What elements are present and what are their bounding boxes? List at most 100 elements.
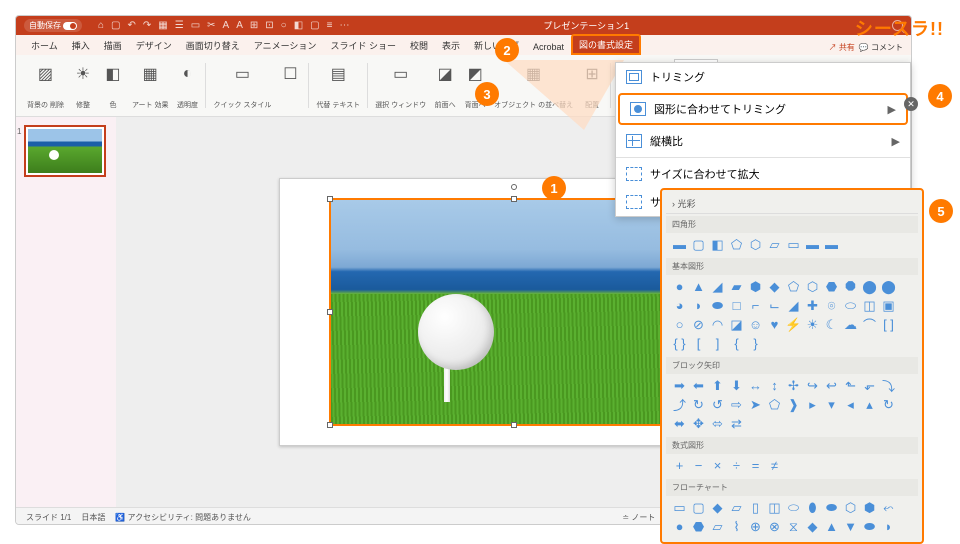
shape-card[interactable]: ▱: [710, 519, 725, 534]
shape-up-arrow[interactable]: ⬆: [710, 378, 725, 393]
color-button[interactable]: ◧色: [99, 59, 127, 112]
shape-curved-up-arrow[interactable]: ↻: [691, 397, 706, 412]
shape-octagon[interactable]: ⯃: [843, 279, 858, 294]
shape-not-equal[interactable]: ≠: [767, 458, 782, 473]
shape-cross[interactable]: ✚: [805, 298, 820, 313]
transparency-button[interactable]: ◐透明度: [173, 59, 201, 112]
shape-rounded-rect[interactable]: ▢: [691, 237, 706, 252]
shape-offpage[interactable]: ⬣: [691, 519, 706, 534]
shape-no-symbol[interactable]: ⊘: [691, 317, 706, 332]
shape-merge[interactable]: ▼: [843, 519, 858, 534]
qat-icon[interactable]: ⊞: [250, 20, 258, 31]
shape-rect[interactable]: ▬: [672, 237, 687, 252]
shape-plus[interactable]: +: [672, 458, 687, 473]
shape-folded-corner[interactable]: ◪: [729, 317, 744, 332]
qat-icon[interactable]: ☰: [175, 20, 184, 31]
shape-frame[interactable]: □: [729, 298, 744, 313]
shape-alt-process[interactable]: ▢: [691, 500, 706, 515]
menu-crop[interactable]: トリミング: [616, 63, 910, 91]
shape-data[interactable]: ▱: [729, 500, 744, 515]
shape-hexagon[interactable]: ⬡: [805, 279, 820, 294]
shape-trapezoid[interactable]: ⬢: [748, 279, 763, 294]
qat-icon[interactable]: ⋯: [339, 20, 349, 31]
shape-snip2-rect[interactable]: ⬠: [729, 237, 744, 252]
autosave-toggle[interactable]: 自動保存: [24, 19, 82, 32]
tab-acrobat[interactable]: Acrobat: [526, 39, 571, 55]
home-icon[interactable]: ⌂: [98, 20, 104, 31]
shape-oval[interactable]: ●: [672, 279, 687, 294]
share-button[interactable]: ↗ 共有: [829, 42, 855, 53]
shape-sort[interactable]: ◆: [805, 519, 820, 534]
shape-multi-doc[interactable]: ⬮: [805, 500, 820, 515]
shape-down-arrow[interactable]: ⬇: [729, 378, 744, 393]
shape-stored-data[interactable]: ⬬: [862, 519, 877, 534]
shape-donut[interactable]: ○: [672, 317, 687, 332]
shape-heart[interactable]: ♥: [767, 317, 782, 332]
qat-icon[interactable]: ◧: [294, 20, 303, 31]
shape-lshape[interactable]: ⌙: [767, 298, 782, 313]
shape-snip-diag-rect[interactable]: ⬡: [748, 237, 763, 252]
shape-circular-arrow[interactable]: ↻: [881, 397, 896, 412]
shape-round2-rect[interactable]: ▭: [786, 237, 801, 252]
tab-home[interactable]: ホーム: [24, 36, 65, 55]
tab-draw[interactable]: 描画: [97, 36, 129, 55]
shape-plaque[interactable]: ⌾: [824, 298, 839, 313]
shape-right-brace[interactable]: }: [748, 336, 763, 351]
shape-extract[interactable]: ▲: [824, 519, 839, 534]
qat-icon[interactable]: ○: [281, 20, 287, 31]
shape-smiley[interactable]: ☺: [748, 317, 763, 332]
tab-picture-format[interactable]: 図の書式設定: [571, 34, 641, 55]
shape-right-callout[interactable]: ▸: [805, 397, 820, 412]
qat-icon[interactable]: A: [223, 20, 230, 31]
language[interactable]: 日本語: [81, 512, 105, 523]
remove-bg-button[interactable]: ▨背景の 削除: [24, 59, 67, 112]
shape-tape[interactable]: ⌇: [729, 519, 744, 534]
shape-chord[interactable]: ◗: [691, 298, 706, 313]
shape-half-frame[interactable]: ⌐: [748, 298, 763, 313]
shape-right-arrow[interactable]: ➡: [672, 378, 687, 393]
shape-manual-input[interactable]: ⬢: [862, 500, 877, 515]
shape-cube[interactable]: ◫: [862, 298, 877, 313]
shape-chevron[interactable]: ❱: [786, 397, 801, 412]
shape-lightning[interactable]: ⚡: [786, 317, 801, 332]
shape-decision[interactable]: ◆: [710, 500, 725, 515]
shape-can[interactable]: ⬭: [843, 298, 858, 313]
shape-decagon[interactable]: ⬤: [862, 279, 877, 294]
shape-sun[interactable]: ☀: [805, 317, 820, 332]
shape-bracket[interactable]: [ ]: [881, 317, 896, 332]
shape-down-callout[interactable]: ▾: [824, 397, 839, 412]
shape-pentagon[interactable]: ⬠: [786, 279, 801, 294]
shape-leftright-arrow[interactable]: ↔: [748, 378, 763, 393]
shape-curved-right-arrow[interactable]: ⤵: [881, 378, 896, 393]
slide-thumbnail[interactable]: 1: [24, 125, 106, 177]
shape-predefined[interactable]: ▯: [748, 500, 763, 515]
shape-leftup-arrow[interactable]: ⬑: [843, 378, 858, 393]
shape-snip-rect[interactable]: ◧: [710, 237, 725, 252]
shape-bent-arrow[interactable]: ↪: [805, 378, 820, 393]
qat-icon[interactable]: A: [236, 20, 243, 31]
shape-arrow[interactable]: ⇄: [729, 416, 744, 431]
menu-crop-to-shape[interactable]: 図形に合わせてトリミング▶: [618, 93, 908, 125]
tab-view[interactable]: 表示: [435, 36, 467, 55]
save-icon[interactable]: ▢: [111, 20, 120, 31]
selected-picture[interactable]: [329, 198, 699, 426]
shape-document[interactable]: ⬭: [786, 500, 801, 515]
shape-heptagon[interactable]: ⬣: [824, 279, 839, 294]
shape-or[interactable]: ⊗: [767, 519, 782, 534]
shape-preparation[interactable]: ⬡: [843, 500, 858, 515]
resize-handle[interactable]: [327, 422, 333, 428]
shape-equal[interactable]: =: [748, 458, 763, 473]
menu-fill[interactable]: サイズに合わせて拡大: [616, 160, 910, 188]
shape-parallelogram[interactable]: ▰: [729, 279, 744, 294]
shape-up-callout[interactable]: ▴: [862, 397, 877, 412]
shape-left-brace[interactable]: {: [729, 336, 744, 351]
redo-icon[interactable]: ↷: [143, 20, 151, 31]
shape-arrow[interactable]: ✥: [691, 416, 706, 431]
shape-multiply[interactable]: ×: [710, 458, 725, 473]
shape-summing[interactable]: ⊕: [748, 519, 763, 534]
shape-triangle[interactable]: ▲: [691, 279, 706, 294]
qat-icon[interactable]: ⊡: [265, 20, 273, 31]
shape-manual-op[interactable]: ⬿: [881, 500, 896, 515]
resize-handle[interactable]: [511, 422, 517, 428]
qat-icon[interactable]: ▢: [310, 20, 319, 31]
